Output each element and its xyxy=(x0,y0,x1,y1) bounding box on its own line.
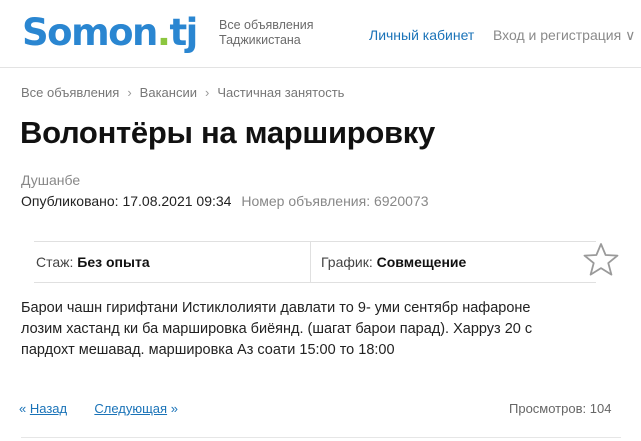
listing-city: Душанбе xyxy=(21,172,81,188)
tagline-line-2: Таджикистана xyxy=(219,33,301,47)
breadcrumb-separator-icon: › xyxy=(127,85,132,100)
view-count-label: Просмотров: xyxy=(509,401,587,416)
description-line: пардохт мешавад. маршировка Аз соати 15:… xyxy=(21,342,395,358)
listing-meta: Опубликовано: 17.08.2021 09:34 Номер объ… xyxy=(21,193,429,209)
next-link[interactable]: Следующая xyxy=(94,401,167,416)
listing-number-label: Номер объявления: xyxy=(241,193,371,209)
prev-arrow-icon: « xyxy=(19,401,27,416)
published-date: 17.08.2021 09:34 xyxy=(122,193,232,209)
description-line: лозим хастанд ки ба маршировка биёянд. (… xyxy=(21,321,533,337)
tagline-line-1: Все объявления xyxy=(219,18,314,32)
spec-experience-label: Стаж: xyxy=(36,254,74,270)
site-header: Somon.tj Все объявления Таджикистана Лич… xyxy=(0,0,641,68)
view-count: Просмотров: 104 xyxy=(509,401,611,416)
listing-page: Все объявления › Вакансии › Частичная занято… xyxy=(0,69,641,441)
listing-pager: « Назад Следующая » xyxy=(19,401,178,416)
listing-specs: Стаж: Без опыта График: Совмещение xyxy=(34,241,596,283)
login-register-label: Вход и регистрация xyxy=(493,27,622,43)
favorite-star-icon[interactable] xyxy=(582,241,620,279)
description-line: Барои чашн гирифтани Истиклолияти давлат… xyxy=(21,300,531,316)
logo-text-tj: tj xyxy=(169,11,198,54)
breadcrumb-separator-icon: › xyxy=(204,85,210,100)
somon-logo[interactable]: Somon.tj xyxy=(22,11,198,55)
logo-text-dot: . xyxy=(156,11,171,54)
breadcrumb-vacancies[interactable]: Вакансии xyxy=(140,85,197,100)
page-title: Волонтёры на маршировку xyxy=(20,115,435,150)
view-count-value: 104 xyxy=(589,401,612,416)
listing-number: 6920073 xyxy=(373,193,429,209)
account-link[interactable]: Личный кабинет xyxy=(369,27,474,43)
login-register-link[interactable]: Вход и регистрация ∨ xyxy=(493,27,635,44)
spec-experience: Стаж: Без опыта xyxy=(36,254,150,270)
spec-schedule-label: График: xyxy=(321,254,373,270)
prev-link[interactable]: Назад xyxy=(30,401,67,416)
breadcrumb: Все объявления › Вакансии › Частичная занято… xyxy=(21,85,344,100)
spec-divider xyxy=(310,242,311,283)
breadcrumb-all-ads[interactable]: Все объявления xyxy=(21,85,119,100)
chevron-down-icon: ∨ xyxy=(625,27,636,43)
listing-description: Барои чашн гирифтани Истиклолияти давлат… xyxy=(21,298,621,361)
breadcrumb-part-time[interactable]: Частичная занятость xyxy=(217,85,344,100)
site-tagline: Все объявления Таджикистана xyxy=(219,18,314,48)
spec-schedule-value: Совмещение xyxy=(376,254,467,270)
published-label: Опубликовано: xyxy=(21,193,119,209)
spec-schedule: График: Совмещение xyxy=(321,254,466,270)
spec-experience-value: Без опыта xyxy=(77,254,150,270)
bottom-divider xyxy=(21,437,621,438)
logo-text-somon: Somon xyxy=(22,11,158,54)
next-arrow-icon: » xyxy=(170,401,178,416)
